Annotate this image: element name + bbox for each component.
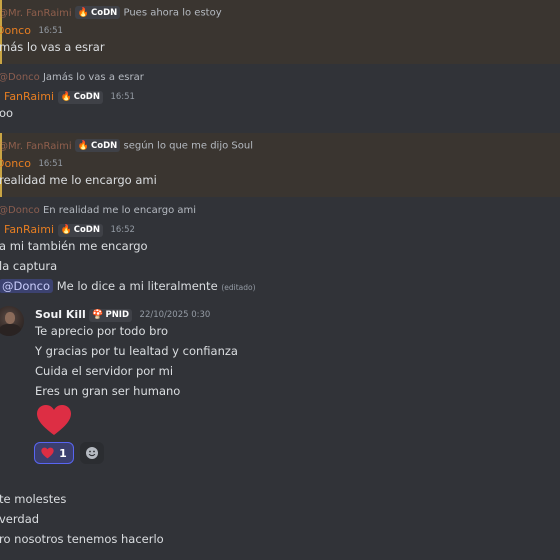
message-line-3: Cuida el servidor por mi: [35, 364, 174, 378]
username[interactable]: Donco: [0, 157, 31, 170]
mushroom-icon: 🍄: [92, 310, 104, 320]
reply-text: Pues ahora lo estoy: [123, 7, 222, 19]
role-tag: 🍄 PNID: [89, 308, 133, 322]
reply-preview[interactable]: @Donco En realidad me lo encargo ami: [0, 205, 196, 216]
heart-icon: [41, 447, 54, 459]
message-text: @Donco Me lo dice a mi literalmente (edi…: [0, 279, 256, 293]
role-tag: 🔥 CoDN: [57, 90, 103, 104]
message-text: más lo vas a esrar: [0, 40, 105, 54]
reply-text: según lo que me dijo Soul: [123, 140, 253, 152]
reply-preview[interactable]: @Mr. FanRaimi 🔥 CoDN según lo que me dijo…: [0, 139, 253, 152]
message-header: Soul Kill 🍄 PNID 22/10/2025 0:30: [35, 308, 210, 322]
flame-icon: 🔥: [77, 140, 90, 151]
message-header: FanRaimi 🔥 CoDN 16:51: [4, 90, 135, 104]
reaction-count: 1: [59, 446, 67, 460]
message-text: la captura: [0, 259, 58, 273]
message-header: Donco 16:51: [0, 157, 63, 170]
timestamp: 16:52: [110, 225, 135, 235]
message-line-4: Eres un gran ser humano: [35, 384, 181, 398]
reply-text: En realidad me lo encargo ami: [42, 205, 197, 216]
timestamp: 16:51: [110, 92, 135, 102]
message-text: realidad me lo encargo ami: [0, 173, 157, 187]
add-reaction-button[interactable]: [80, 442, 104, 464]
message-text: oo: [0, 106, 14, 120]
reply-author[interactable]: @Donco: [0, 205, 40, 216]
flame-icon: 🔥: [60, 92, 72, 102]
avatar[interactable]: [0, 306, 24, 336]
message-header: Donco 16:51: [0, 24, 63, 37]
flame-icon: 🔥: [77, 7, 90, 18]
message-header: FanRaimi 🔥 CoDN 16:52: [4, 223, 135, 237]
message-text: te molestes: [0, 492, 67, 506]
reply-author[interactable]: @Donco: [0, 72, 40, 83]
timestamp: 22/10/2025 0:30: [139, 310, 211, 320]
username[interactable]: FanRaimi: [4, 90, 54, 103]
username[interactable]: Soul Kill: [35, 308, 86, 321]
reply-preview[interactable]: @Mr. FanRaimi 🔥 CoDN Pues ahora lo estoy: [0, 6, 222, 19]
heart-emoji: [36, 404, 72, 436]
message-text: a mi también me encargo: [0, 239, 148, 253]
reply-text: Jamás lo vas a esrar: [42, 72, 144, 83]
timestamp: 16:51: [38, 159, 63, 169]
reply-author[interactable]: @Mr. FanRaimi: [0, 8, 72, 19]
reply-author[interactable]: @Mr. FanRaimi: [0, 141, 72, 152]
avatar-body: [0, 324, 21, 336]
message-text: ro nosotros tenemos hacerlo: [0, 532, 164, 546]
message-line-1: Te aprecio por todo bro: [35, 324, 168, 338]
message-text: verdad: [0, 512, 40, 526]
timestamp: 16:51: [38, 26, 63, 36]
smiley-icon: [86, 447, 98, 459]
username[interactable]: Donco: [0, 24, 31, 37]
reply-preview[interactable]: @Donco Jamás lo vas a esrar: [0, 72, 144, 83]
edited-label: (editado): [221, 283, 256, 292]
avatar-face: [5, 312, 15, 324]
role-tag: 🔥 CoDN: [74, 6, 121, 19]
username[interactable]: FanRaimi: [4, 223, 54, 236]
flame-icon: 🔥: [60, 225, 72, 235]
role-tag: 🔥 CoDN: [57, 223, 103, 237]
user-mention[interactable]: @Donco: [0, 279, 54, 293]
heart-reaction[interactable]: 1: [34, 442, 74, 464]
message-line-2: Y gracias por tu lealtad y confianza: [35, 344, 238, 358]
role-tag: 🔥 CoDN: [74, 139, 121, 152]
